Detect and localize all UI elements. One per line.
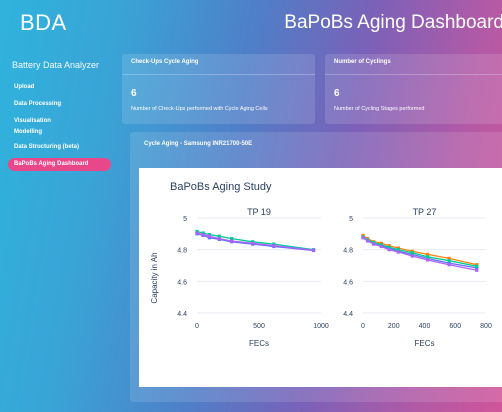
x-tick-label: 500 bbox=[253, 323, 265, 330]
data-point bbox=[251, 241, 255, 245]
chart-container: BaPoBs Aging Study Capacity in Ah 5 4.8 4.6 4… bbox=[139, 168, 502, 387]
card-value: 6 bbox=[334, 88, 340, 99]
top-bar: BDA BaPoBs Aging Dashboard bbox=[0, 0, 502, 46]
y-tick-label: 4.6 bbox=[177, 279, 187, 286]
sidebar-item-data-processing[interactable]: Data Processing bbox=[14, 101, 61, 107]
card-divider bbox=[325, 74, 502, 75]
data-point bbox=[230, 239, 234, 243]
data-point bbox=[447, 263, 451, 267]
data-point bbox=[366, 239, 370, 243]
aging-chart[interactable]: BaPoBs Aging Study Capacity in Ah 5 4.8 4.6 4… bbox=[139, 168, 502, 387]
subplot-title: TP 19 bbox=[247, 207, 271, 217]
x-tick-label: 600 bbox=[449, 323, 461, 330]
card-divider bbox=[122, 74, 315, 75]
series-line bbox=[362, 236, 477, 267]
sidebar-item-upload[interactable]: Upload bbox=[14, 84, 34, 90]
y-tick-label: 4.8 bbox=[177, 248, 187, 255]
chart-title: BaPoBs Aging Study bbox=[170, 181, 272, 193]
panel-title: Cycle Aging - Samsung INR21700-50E bbox=[144, 141, 253, 147]
data-point bbox=[475, 264, 479, 268]
card-checkups: Check-Ups Cycle Aging 6 Number of Check-… bbox=[122, 54, 315, 124]
y-tick-label: 4.4 bbox=[177, 311, 187, 318]
sidebar-item-aging-dashboard[interactable]: BaPoBs Aging Dashboard bbox=[8, 158, 111, 171]
series-line bbox=[196, 230, 314, 251]
card-description: Number of Check-Ups performed with Cycle… bbox=[131, 106, 268, 112]
data-point bbox=[361, 236, 365, 240]
data-point bbox=[207, 234, 211, 238]
page-title: BaPoBs Aging Dashboard bbox=[284, 12, 502, 33]
card-cyclings: Number of Cyclings 6 Number of Cycling S… bbox=[325, 54, 502, 124]
y-tick-label: 4.8 bbox=[343, 248, 353, 255]
x-tick-label: 1000 bbox=[313, 323, 329, 330]
subplot-title: TP 27 bbox=[413, 207, 437, 217]
y-tick-label: 5 bbox=[349, 216, 353, 223]
sidebar-item-data-structuring[interactable]: Data Structuring (beta) bbox=[14, 144, 79, 150]
card-title: Number of Cyclings bbox=[334, 59, 391, 65]
card-title: Check-Ups Cycle Aging bbox=[131, 59, 199, 65]
card-description: Number of Cycling Stages performed bbox=[334, 106, 425, 112]
x-axis-label: FECs bbox=[415, 339, 435, 348]
y-tick-label: 4.6 bbox=[343, 279, 353, 286]
data-point bbox=[475, 268, 479, 272]
card-value: 6 bbox=[131, 88, 137, 99]
sidebar-item-visualisation[interactable]: Visualisation bbox=[14, 118, 51, 124]
sidebar-item-modelling[interactable]: Modelling bbox=[14, 129, 42, 135]
data-point bbox=[201, 233, 205, 237]
y-tick-label: 5 bbox=[183, 216, 187, 223]
data-point bbox=[410, 254, 414, 258]
data-point bbox=[195, 231, 199, 235]
x-tick-label: 0 bbox=[195, 323, 199, 330]
data-point bbox=[372, 242, 376, 246]
data-point bbox=[396, 250, 400, 254]
x-tick-label: 0 bbox=[361, 323, 365, 330]
data-point bbox=[387, 248, 391, 252]
x-axis-label: FECs bbox=[249, 339, 269, 348]
data-point bbox=[425, 258, 430, 262]
app-brand[interactable]: BDA bbox=[20, 10, 67, 36]
data-point bbox=[425, 255, 430, 259]
y-tick-label: 4.4 bbox=[343, 311, 353, 318]
data-point bbox=[410, 251, 414, 255]
x-tick-label: 800 bbox=[480, 323, 492, 330]
data-point bbox=[379, 244, 384, 249]
x-tick-label: 400 bbox=[419, 323, 431, 330]
data-point bbox=[217, 236, 221, 241]
data-point bbox=[272, 244, 276, 248]
x-tick-label: 200 bbox=[388, 323, 400, 330]
sidebar: Battery Data Analyzer Upload Data Proces… bbox=[0, 46, 118, 412]
sidebar-title: Battery Data Analyzer bbox=[12, 60, 100, 70]
y-axis-label: Capacity in Ah bbox=[150, 252, 159, 303]
data-point bbox=[447, 259, 451, 263]
data-point bbox=[311, 248, 316, 252]
